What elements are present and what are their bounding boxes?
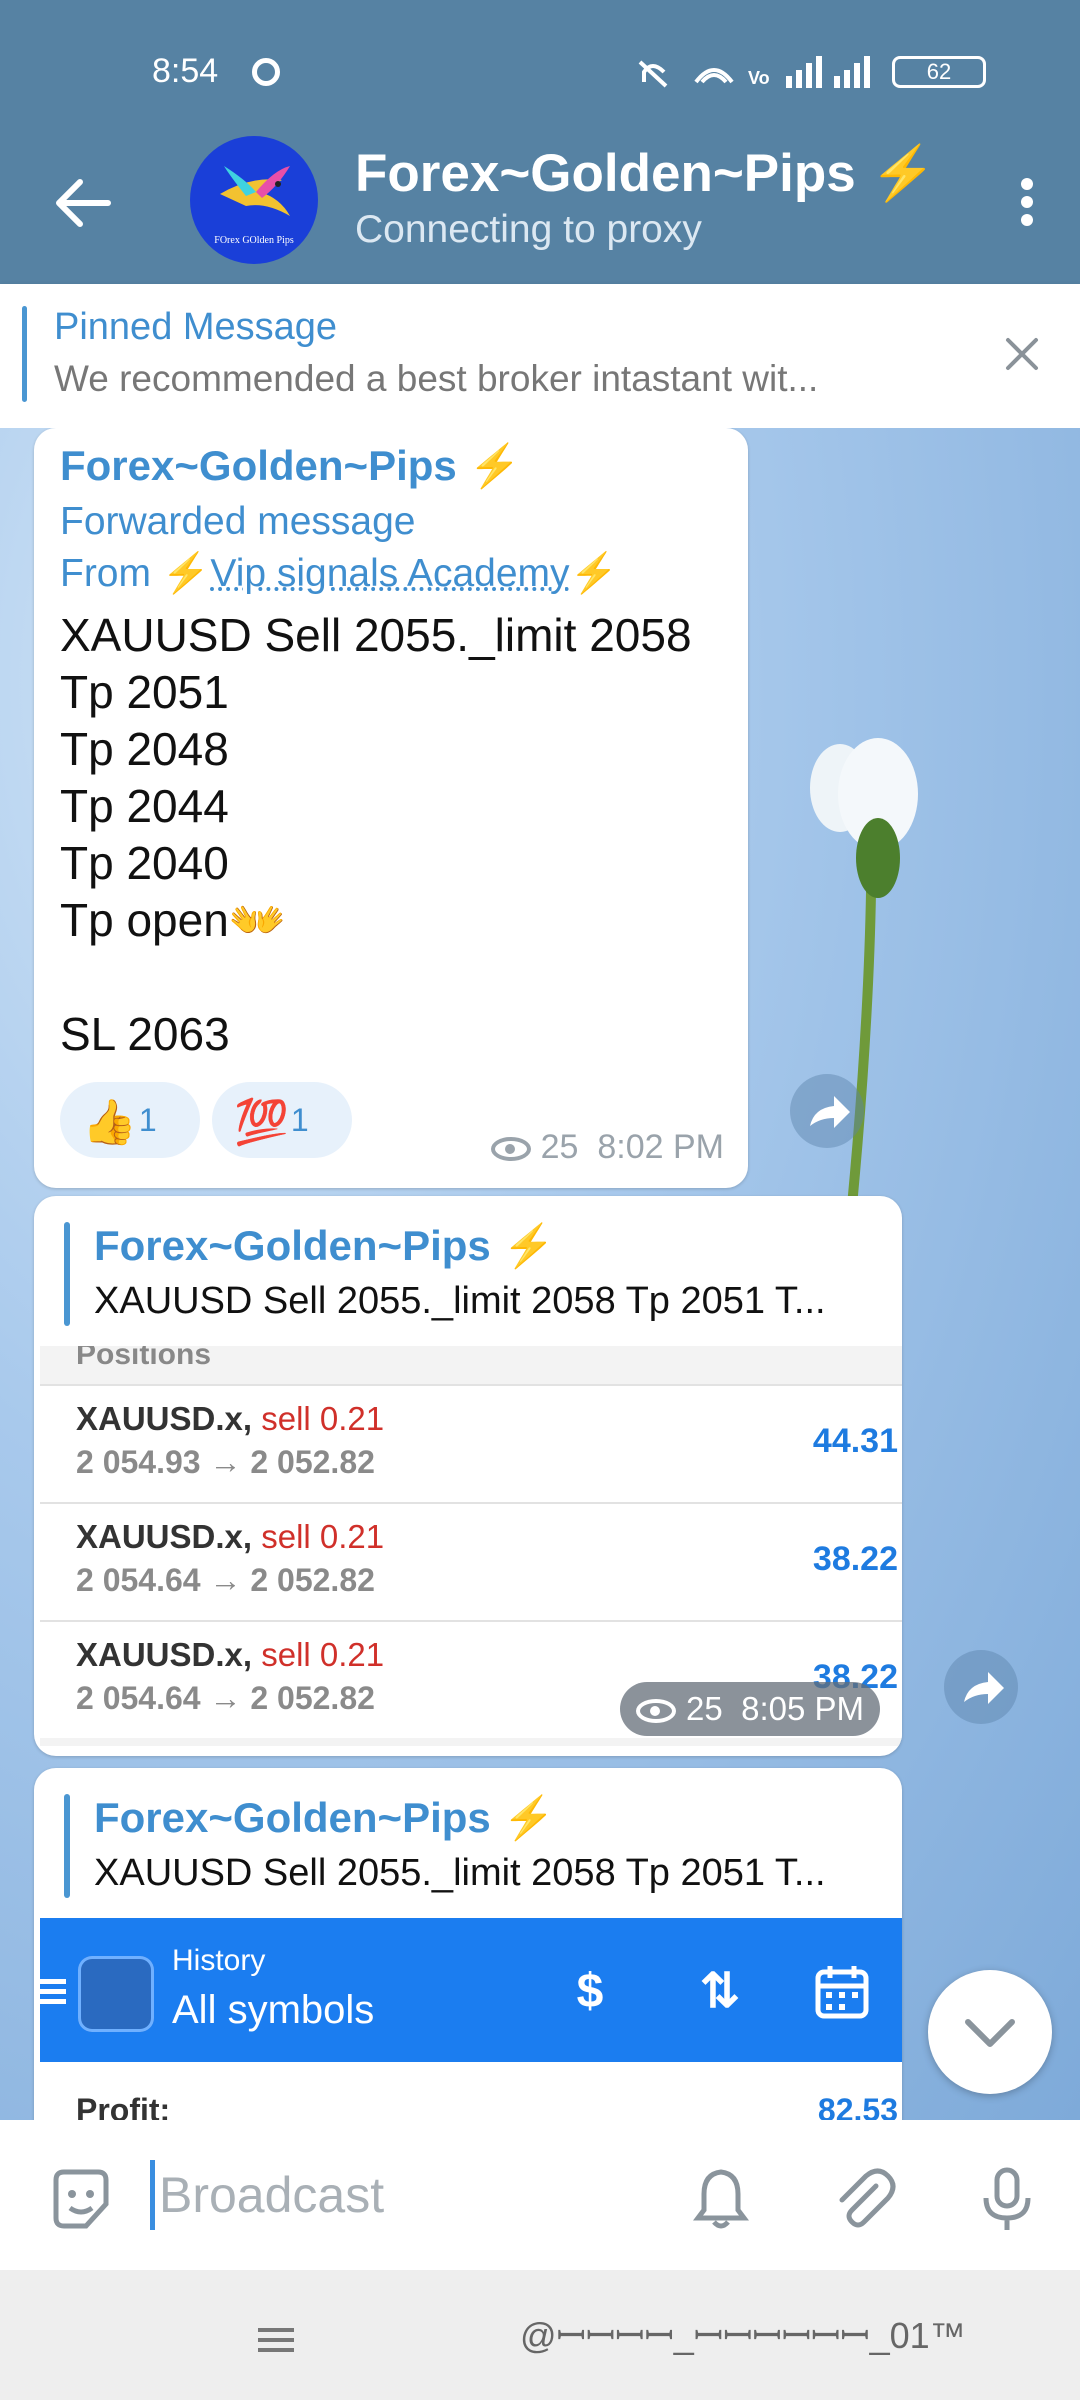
reaction-count: 1 [138, 1102, 157, 1138]
chevron-down-icon [965, 2019, 1015, 2047]
forward-source-link[interactable]: Vip signals Academy [210, 552, 569, 595]
view-count: 25 [540, 1128, 579, 1166]
pinned-accent [22, 306, 27, 402]
message-time: 8:05 PM [741, 1690, 864, 1727]
views-icon [636, 1699, 677, 1724]
position-profit: 38.22 [812, 1540, 898, 1578]
battery-icon: 62 [892, 56, 986, 88]
channel-title[interactable]: Forex~Golden~Pips ⚡ [355, 142, 936, 204]
pinned-message-bar[interactable]: Pinned Message We recommended a best bro… [0, 284, 1080, 428]
microphone-icon[interactable] [972, 2164, 1042, 2234]
positions-header: Positions [76, 1346, 212, 1371]
scroll-down-button[interactable] [928, 1970, 1052, 2094]
recent-apps-icon[interactable] [258, 2322, 294, 2358]
message-line: Tp 2051 [60, 666, 229, 718]
back-arrow-icon[interactable] [48, 168, 118, 238]
channel-avatar[interactable]: FOrex GOlden Pips [190, 136, 318, 264]
pinned-text: We recommended a best broker intastant w… [54, 358, 819, 399]
thumbs-up-icon: 👍 [82, 1097, 137, 1147]
reaction-thumbs-up[interactable]: 👍 1 [60, 1082, 200, 1158]
message-time: 8:02 PM [597, 1128, 724, 1166]
share-button[interactable] [944, 1650, 1018, 1724]
close-icon[interactable] [1002, 334, 1042, 374]
quote-accent [64, 1794, 70, 1898]
message-meta: 25 8:02 PM [490, 1128, 724, 1167]
status-time: 8:54 [152, 52, 219, 90]
chat-area[interactable]: Forex~Golden~Pips ⚡ Forwarded message Fr… [0, 428, 1080, 2120]
pinned-title: Pinned Message [54, 306, 338, 348]
views-icon [490, 1137, 531, 1162]
message-line: Tp 2040 [60, 837, 229, 889]
quote-text: XAUUSD Sell 2055._limit 2058 Tp 2051 T..… [94, 1852, 826, 1894]
more-options-icon[interactable] [1012, 172, 1042, 242]
history-filter: All symbols [172, 1988, 375, 2032]
status-bar: 8:54 Vo 62 [0, 0, 1080, 130]
position-row: XAUUSD.x, sell 0.21 2 054.93 → 2 052.82 … [40, 1384, 902, 1502]
message-bubble[interactable]: Forex~Golden~Pips ⚡ Forwarded message Fr… [34, 428, 748, 1188]
position-symbol: XAUUSD.x, sell 0.21 [76, 1518, 385, 1555]
message-input[interactable]: Broadcast [150, 2160, 384, 2230]
forwarded-label: Forwarded message [60, 500, 416, 543]
avatar-caption: FOrex GOlden Pips [214, 235, 294, 246]
bell-icon[interactable] [686, 2164, 756, 2234]
forward-arrow-icon [964, 1672, 1004, 1704]
position-prices: 2 054.64 → 2 052.82 [76, 1680, 375, 1716]
profit-label: Profit: [76, 2092, 171, 2120]
message-composer: Broadcast [0, 2120, 1080, 2270]
metatrader-logo-icon [78, 1956, 154, 2032]
message-bubble[interactable]: Forex~Golden~Pips ⚡ XAUUSD Sell 2055._li… [34, 1196, 902, 1756]
reaction-count: 1 [290, 1102, 309, 1138]
profit-value: 82.53 [817, 2092, 898, 2120]
watermark-text: @ꟷꟷꟷꟷ_ꟷꟷꟷꟷꟷꟷ_01™ [520, 2315, 966, 2356]
quote-accent [64, 1222, 70, 1326]
svg-text:Vo: Vo [748, 68, 770, 88]
view-count: 25 [686, 1690, 723, 1727]
message-line: XAUUSD Sell 2055._limit 2058 [60, 609, 692, 661]
position-symbol: XAUUSD.x, sell 0.21 [76, 1636, 385, 1673]
history-screenshot[interactable]: History All symbols $ ⇅ [40, 1918, 902, 2062]
message-bubble[interactable]: Forex~Golden~Pips ⚡ XAUUSD Sell 2055._li… [34, 1768, 902, 2120]
history-label: History [172, 1944, 266, 1977]
quote-author: Forex~Golden~Pips ⚡ [94, 1222, 555, 1269]
position-symbol: XAUUSD.x, sell 0.21 [76, 1400, 385, 1437]
hundred-icon: 💯 [234, 1097, 289, 1147]
sort-icon: ⇅ [699, 1965, 741, 2018]
position-prices: 2 054.93 → 2 052.82 [76, 1444, 375, 1480]
attach-icon[interactable] [828, 2164, 898, 2234]
message-line: Tp open👐 [60, 894, 287, 946]
currency-exchange-icon: $ [576, 1965, 604, 2018]
system-nav-bar: @ꟷꟷꟷꟷ_ꟷꟷꟷꟷꟷꟷ_01™ [0, 2270, 1080, 2400]
quote-author: Forex~Golden~Pips ⚡ [94, 1794, 555, 1841]
sticker-icon[interactable] [46, 2164, 116, 2234]
message-author[interactable]: Forex~Golden~Pips ⚡ [60, 442, 521, 491]
forward-arrow-icon [810, 1096, 850, 1128]
position-row: XAUUSD.x, sell 0.21 2 054.64 → 2 052.82 … [40, 1502, 902, 1620]
calendar-icon [815, 1966, 869, 2019]
forwarded-from[interactable]: From ⚡Vip signals Academy⚡ [60, 550, 618, 596]
battery-level: 62 [926, 59, 952, 84]
message-line: SL 2063 [60, 1008, 230, 1060]
profit-row: Profit: 82.53 [40, 2062, 902, 2120]
chrome-status-icon [252, 58, 280, 86]
share-button[interactable] [790, 1074, 864, 1148]
signal-icons: Vo [638, 56, 870, 88]
menu-icon [40, 1974, 66, 2009]
quote-text: XAUUSD Sell 2055._limit 2058 Tp 2051 T..… [94, 1280, 826, 1322]
message-meta: 25 8:05 PM [620, 1682, 880, 1736]
channel-status: Connecting to proxy [355, 208, 702, 251]
from-prefix: From ⚡ [60, 552, 211, 595]
chat-header: FOrex GOlden Pips Forex~Golden~Pips ⚡ Co… [0, 130, 1080, 284]
message-line: Tp 2048 [60, 723, 229, 775]
reaction-hundred[interactable]: 💯 1 [212, 1082, 352, 1158]
position-profit: 44.31 [812, 1422, 898, 1460]
from-suffix: ⚡ [569, 552, 619, 595]
message-line: Tp 2044 [60, 780, 229, 832]
position-prices: 2 054.64 → 2 052.82 [76, 1562, 375, 1598]
